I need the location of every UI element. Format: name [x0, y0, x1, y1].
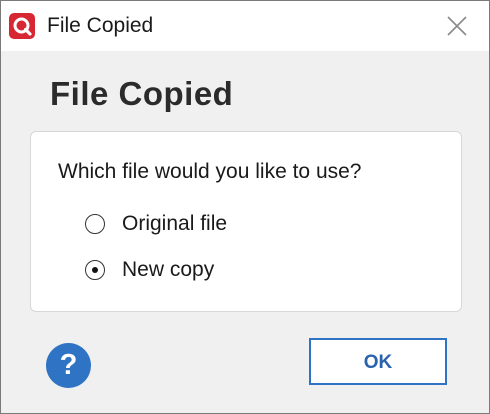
radio-label: New copy: [122, 258, 215, 281]
radio-label: Original file: [122, 212, 228, 235]
ok-button[interactable]: OK: [309, 338, 447, 385]
radio-button-selected[interactable]: [85, 260, 105, 280]
dialog-heading: File Copied: [50, 75, 234, 112]
title-bar: File Copied: [1, 1, 489, 51]
app-logo-icon: [9, 13, 35, 39]
close-icon: [447, 16, 467, 36]
question-text: Which file would you like to use?: [58, 160, 362, 183]
window-title: File Copied: [47, 14, 154, 37]
radio-selected-dot: [91, 266, 98, 273]
help-icon: ?: [59, 349, 78, 381]
close-button[interactable]: [437, 7, 477, 45]
radio-button-unselected[interactable]: [85, 214, 105, 234]
ok-button-label: OK: [363, 352, 393, 373]
file-copied-dialog: File Copied File Copied Which file would…: [0, 0, 490, 414]
help-button[interactable]: ?: [46, 343, 91, 388]
options-panel: Which file would you like to use? Origin…: [30, 131, 462, 312]
